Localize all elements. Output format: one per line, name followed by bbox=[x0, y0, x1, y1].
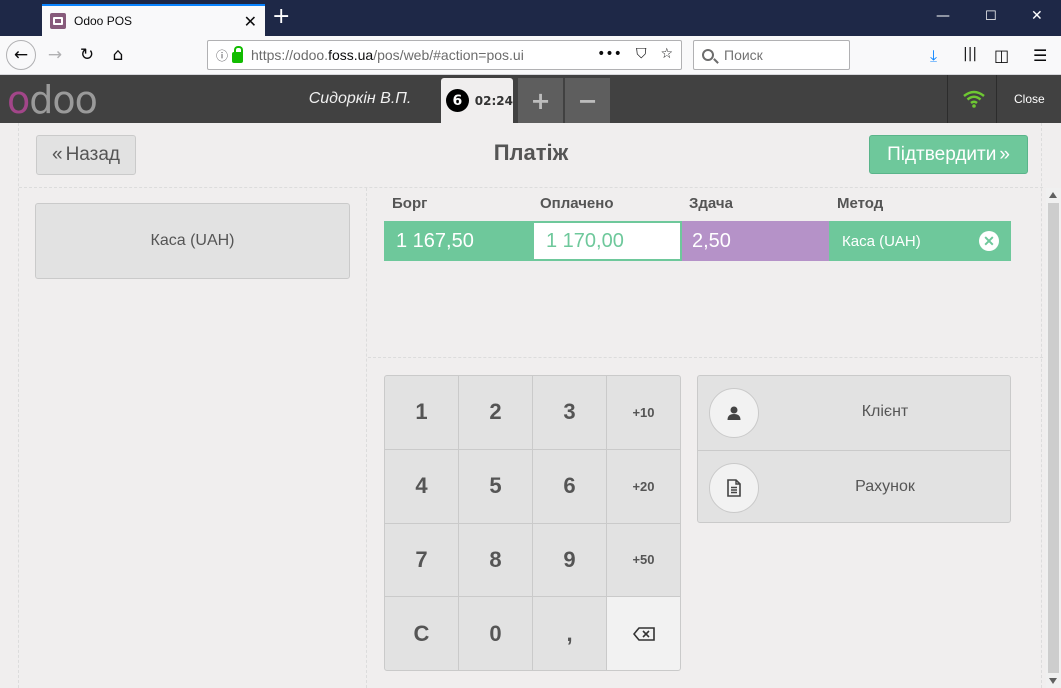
invoice-label: Рахунок bbox=[855, 478, 915, 495]
scroll-down-icon[interactable] bbox=[1049, 678, 1057, 684]
odoo-favicon-icon bbox=[50, 13, 66, 29]
due-amount: 1 167,50 bbox=[384, 221, 532, 261]
odoo-logo: odoo bbox=[7, 78, 98, 122]
numpad-key-plus50[interactable]: +50 bbox=[607, 523, 680, 597]
numpad-key-plus10[interactable]: +10 bbox=[607, 376, 680, 449]
payment-content: « Назад Платіж Підтвердити » Каса (UAH) … bbox=[18, 123, 1061, 688]
numpad-key-6[interactable]: 6 bbox=[533, 449, 606, 523]
paymentline-method: Каса (UAH) ✕ bbox=[829, 221, 1011, 261]
scroll-up-icon[interactable] bbox=[1049, 192, 1057, 198]
home-icon[interactable]: ⌂ bbox=[103, 40, 133, 70]
change-amount: 2,50 bbox=[682, 221, 829, 261]
paymentline-row[interactable]: 1 167,50 1 170,00 2,50 Каса (UAH) ✕ bbox=[384, 221, 1011, 261]
search-icon bbox=[702, 49, 714, 61]
customer-label: Клієнт bbox=[861, 403, 909, 420]
pocket-icon[interactable]: ⛉ bbox=[636, 46, 647, 62]
scrollbar[interactable] bbox=[1046, 188, 1061, 688]
numpad-key-7[interactable]: 7 bbox=[385, 523, 458, 597]
set-customer-button[interactable]: Клієнт bbox=[698, 376, 1010, 450]
numpad-key-clear[interactable]: C bbox=[385, 597, 458, 670]
double-chevron-right-icon: » bbox=[999, 143, 1010, 165]
payment-options-panel: Клієнт Рахунок bbox=[697, 375, 1011, 523]
tab-close-icon[interactable]: ✕ bbox=[244, 12, 257, 31]
delete-paymentline-icon[interactable]: ✕ bbox=[979, 231, 999, 251]
numpad-key-5[interactable]: 5 bbox=[459, 449, 532, 523]
document-icon bbox=[709, 463, 759, 513]
order-tab[interactable]: 6 02:24 bbox=[441, 78, 513, 123]
validate-button[interactable]: Підтвердити » bbox=[869, 135, 1028, 174]
page-actions-icon[interactable]: ••• bbox=[597, 46, 622, 62]
cashier-name[interactable]: Сидоркін В.П. bbox=[290, 90, 430, 108]
remove-order-button[interactable]: − bbox=[565, 78, 610, 123]
menu-icon[interactable]: ☰ bbox=[1033, 46, 1047, 65]
search-input[interactable]: Поиск bbox=[693, 40, 850, 70]
bookmark-star-icon[interactable]: ☆ bbox=[660, 46, 673, 62]
minimize-icon[interactable]: — bbox=[936, 8, 950, 24]
numpad-key-9[interactable]: 9 bbox=[533, 523, 606, 597]
payment-method-cash[interactable]: Каса (UAH) bbox=[35, 203, 350, 279]
order-time: 02:24 bbox=[474, 93, 513, 108]
numpad-key-4[interactable]: 4 bbox=[385, 449, 458, 523]
numpad: 1 2 3 +10 4 5 6 +20 7 8 9 +50 C 0 , bbox=[384, 375, 681, 671]
wifi-status-icon bbox=[963, 90, 985, 108]
browser-tab[interactable]: Odoo POS ✕ bbox=[42, 4, 265, 36]
invoice-button[interactable]: Рахунок bbox=[698, 450, 1010, 522]
header-divider bbox=[947, 75, 948, 123]
sidebar-icon[interactable]: ◫ bbox=[994, 46, 1009, 65]
info-icon[interactable]: ⓘ bbox=[216, 47, 228, 64]
payment-methods-panel: Каса (UAH) bbox=[19, 188, 367, 688]
url-text: https://odoo.foss.ua/pos/web/#action=pos… bbox=[251, 47, 524, 63]
tendered-amount-input[interactable]: 1 170,00 bbox=[532, 221, 682, 261]
reload-icon[interactable]: ↻ bbox=[72, 40, 102, 70]
tab-title: Odoo POS bbox=[74, 14, 133, 28]
numpad-key-0[interactable]: 0 bbox=[459, 597, 532, 670]
numpad-key-plus20[interactable]: +20 bbox=[607, 449, 680, 523]
window-close-icon[interactable]: ✕ bbox=[1031, 8, 1043, 24]
forward-arrow-icon[interactable]: → bbox=[40, 40, 70, 70]
close-button[interactable]: Close bbox=[1014, 92, 1045, 106]
numpad-key-1[interactable]: 1 bbox=[385, 376, 458, 449]
column-due: Борг bbox=[392, 195, 428, 212]
browser-nav-bar: ← → ↻ ⌂ ⓘ https://odoo.foss.ua/pos/web/#… bbox=[0, 36, 1061, 75]
download-icon[interactable]: ⤓ bbox=[930, 46, 937, 66]
column-method: Метод bbox=[837, 195, 884, 212]
library-icon[interactable]: ||| bbox=[963, 46, 977, 62]
numpad-backspace-button[interactable] bbox=[607, 597, 680, 670]
paymentlines-header: Борг Оплачено Здача Метод bbox=[384, 195, 1011, 215]
add-order-button[interactable]: + bbox=[518, 78, 563, 123]
browser-tab-bar: Odoo POS ✕ + — ☐ ✕ bbox=[0, 0, 1061, 36]
back-arrow-icon[interactable]: ← bbox=[6, 40, 36, 70]
new-tab-plus-icon[interactable]: + bbox=[272, 4, 290, 29]
payment-top-bar: « Назад Платіж Підтвердити » bbox=[19, 123, 1043, 188]
lock-icon bbox=[232, 45, 244, 63]
url-bar[interactable]: ⓘ https://odoo.foss.ua/pos/web/#action=p… bbox=[207, 40, 682, 70]
backspace-icon bbox=[632, 626, 655, 641]
section-divider bbox=[368, 357, 1043, 358]
scrollbar-thumb[interactable] bbox=[1048, 203, 1059, 673]
numpad-key-2[interactable]: 2 bbox=[459, 376, 532, 449]
column-tendered: Оплачено bbox=[540, 195, 614, 212]
search-placeholder: Поиск bbox=[724, 47, 763, 63]
maximize-icon[interactable]: ☐ bbox=[985, 9, 997, 24]
numpad-key-8[interactable]: 8 bbox=[459, 523, 532, 597]
order-number: 6 bbox=[446, 89, 469, 112]
header-divider bbox=[996, 75, 997, 123]
user-icon bbox=[709, 388, 759, 438]
numpad-key-3[interactable]: 3 bbox=[533, 376, 606, 449]
column-change: Здача bbox=[689, 195, 733, 212]
pos-header: odoo Сидоркін В.П. 6 02:24 + − Close bbox=[0, 75, 1061, 123]
numpad-key-comma[interactable]: , bbox=[533, 597, 606, 670]
payment-screen: « Назад Платіж Підтвердити » Каса (UAH) … bbox=[0, 123, 1061, 688]
